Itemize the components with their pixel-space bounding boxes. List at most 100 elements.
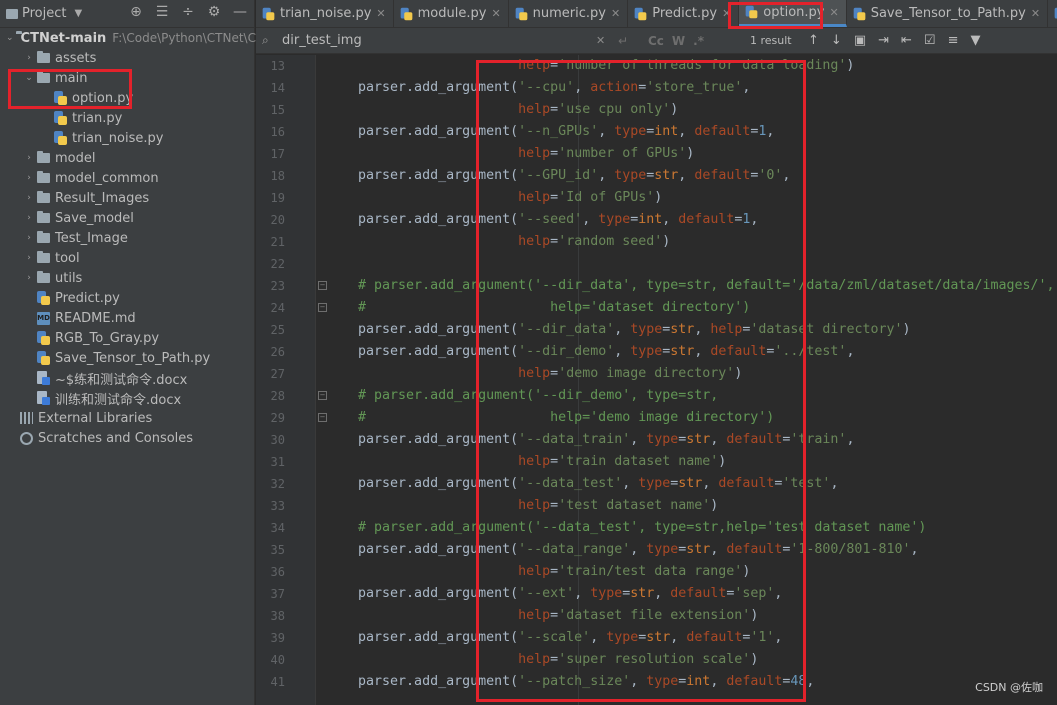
code-line[interactable]: # parser.add_argument('--dir_data', type… (326, 275, 1057, 297)
code-content[interactable]: help='number of threads for data loading… (326, 55, 1057, 693)
chevron-right-icon[interactable]: › (23, 213, 35, 223)
code-line[interactable]: help='number of GPUs') (326, 143, 1057, 165)
code-line[interactable]: help='random seed') (326, 231, 1057, 253)
code-line[interactable]: help='train dataset name') (326, 451, 1057, 473)
chevron-right-icon[interactable]: › (23, 173, 35, 183)
chevron-right-icon[interactable]: › (23, 153, 35, 163)
target-icon[interactable]: ⊕ (128, 4, 144, 20)
tree-item[interactable]: option.py (0, 88, 254, 108)
gear-icon[interactable]: ⚙ (206, 4, 222, 20)
search-icon[interactable]: ⌕ (262, 33, 276, 48)
close-icon[interactable]: ✕ (829, 6, 838, 19)
code-line[interactable]: # help='dataset directory') (326, 297, 1057, 319)
close-icon[interactable]: ✕ (611, 7, 620, 20)
fold-icon[interactable]: − (318, 281, 327, 290)
tree-item[interactable]: Save_Tensor_to_Path.py (0, 348, 254, 368)
code-line[interactable]: parser.add_argument('--n_GPUs', type=int… (326, 121, 1057, 143)
tree-item[interactable]: MD README.md (0, 308, 254, 328)
editor-tab[interactable]: numeric.py ✕ (509, 0, 629, 27)
code-line[interactable]: parser.add_argument('--seed', type=int, … (326, 209, 1057, 231)
chevron-right-icon[interactable]: › (23, 273, 35, 283)
code-line[interactable]: parser.add_argument('--dir_data', type=s… (326, 319, 1057, 341)
collapse-all-icon[interactable]: ☰ (154, 4, 170, 20)
match-case-toggle[interactable]: Cc (648, 34, 664, 48)
fold-icon[interactable]: − (318, 413, 327, 422)
tree-item[interactable]: ⌄ main (0, 68, 254, 88)
code-line[interactable]: # parser.add_argument('--dir_demo', type… (326, 385, 1057, 407)
code-line[interactable]: parser.add_argument('--data_range', type… (326, 539, 1057, 561)
code-line[interactable]: help='use cpu only') (326, 99, 1057, 121)
find-input[interactable] (282, 33, 592, 48)
tree-item[interactable]: Predict.py (0, 288, 254, 308)
chevron-right-icon[interactable]: › (23, 53, 35, 63)
project-title[interactable]: Project (22, 6, 66, 21)
code-line[interactable]: help='train/test data range') (326, 561, 1057, 583)
new-line-icon[interactable]: ↵ (618, 34, 628, 48)
code-line[interactable]: # parser.add_argument('--data_test', typ… (326, 517, 1057, 539)
add-occurrence-icon[interactable]: ⇥ (878, 33, 889, 48)
tree-item[interactable]: › Test_Image (0, 228, 254, 248)
regex-toggle[interactable]: .* (693, 34, 704, 48)
code-line[interactable]: parser.add_argument('--data_test', type=… (326, 473, 1057, 495)
code-line[interactable]: help='demo image directory') (326, 363, 1057, 385)
fold-icon[interactable]: − (318, 391, 327, 400)
code-line[interactable]: parser.add_argument('--patch_size', type… (326, 671, 1057, 693)
close-icon[interactable]: ✕ (722, 7, 731, 20)
close-icon[interactable]: ✕ (1031, 7, 1040, 20)
fold-icon[interactable]: − (318, 303, 327, 312)
code-line[interactable]: parser.add_argument('--cpu', action='sto… (326, 77, 1057, 99)
tree-item[interactable]: External Libraries (0, 408, 254, 428)
editor-tab[interactable]: trian_noise.py ✕ (256, 0, 394, 27)
code-line[interactable]: help='Id of GPUs') (326, 187, 1057, 209)
tree-item[interactable]: › utils (0, 268, 254, 288)
close-icon[interactable]: ✕ (376, 7, 385, 20)
editor-tab[interactable]: module.py ✕ (394, 0, 509, 27)
tree-item[interactable]: › model_common (0, 168, 254, 188)
tree-item[interactable]: 训练和测试命令.docx (0, 388, 254, 408)
code-line[interactable]: help='test dataset name') (326, 495, 1057, 517)
code-line[interactable] (326, 253, 1057, 275)
whole-words-toggle[interactable]: W (672, 34, 685, 48)
code-line[interactable]: help='number of threads for data loading… (326, 55, 1057, 77)
code-line[interactable]: parser.add_argument('--data_train', type… (326, 429, 1057, 451)
tree-item[interactable]: › assets (0, 48, 254, 68)
chevron-down-icon[interactable]: ⌄ (6, 33, 14, 43)
next-occurrence-icon[interactable]: ↓ (831, 33, 842, 48)
tree-item[interactable]: › model (0, 148, 254, 168)
code-line[interactable]: parser.add_argument('--dir_demo', type=s… (326, 341, 1057, 363)
code-line[interactable]: parser.add_argument('--GPU_id', type=str… (326, 165, 1057, 187)
chevron-down-icon[interactable]: ▼ (74, 8, 82, 19)
tree-item[interactable]: › Result_Images (0, 188, 254, 208)
chevron-right-icon[interactable]: › (23, 253, 35, 263)
editor-tab[interactable]: option.py ✕ (739, 0, 847, 27)
editor-tab[interactable]: __ini (1048, 0, 1057, 27)
code-view[interactable]: 13 14 15 16 17 18 19 20 21 22 23 24 25 26 27 28 29 30 31 32… (256, 55, 1057, 705)
chevron-down-icon[interactable]: ⌄ (23, 73, 35, 83)
multiline-icon[interactable]: ≡ (948, 33, 959, 48)
chevron-right-icon[interactable]: › (23, 233, 35, 243)
code-line[interactable]: parser.add_argument('--scale', type=str,… (326, 627, 1057, 649)
select-all-occurrences-icon[interactable]: ▣ (854, 33, 866, 48)
code-line[interactable]: help='super resolution scale') (326, 649, 1057, 671)
clear-search-icon[interactable]: ✕ (596, 34, 605, 47)
code-line[interactable]: help='dataset file extension') (326, 605, 1057, 627)
tree-item[interactable]: RGB_To_Gray.py (0, 328, 254, 348)
remove-occurrence-icon[interactable]: ⇤ (901, 33, 912, 48)
code-line[interactable]: parser.add_argument('--ext', type=str, d… (326, 583, 1057, 605)
filter-icon[interactable]: ▼ (970, 33, 980, 48)
tree-item[interactable]: › Save_model (0, 208, 254, 228)
minimize-icon[interactable]: — (232, 4, 248, 20)
chevron-right-icon[interactable]: › (23, 193, 35, 203)
code-line[interactable]: # help='demo image directory') (326, 407, 1057, 429)
close-icon[interactable]: ✕ (491, 7, 500, 20)
previous-occurrence-icon[interactable]: ↑ (808, 33, 819, 48)
editor-tab[interactable]: Save_Tensor_to_Path.py ✕ (847, 0, 1049, 27)
select-occurrences-icon[interactable]: ☑ (924, 33, 936, 48)
tree-item[interactable]: trian_noise.py (0, 128, 254, 148)
tree-item[interactable]: › tool (0, 248, 254, 268)
editor-tab[interactable]: Predict.py ✕ (628, 0, 740, 27)
tree-item[interactable]: ~$练和测试命令.docx (0, 368, 254, 388)
tree-item[interactable]: ⌄ CTNet-main F:\Code\Python\CTNet\C (0, 28, 256, 48)
tree-item[interactable]: trian.py (0, 108, 254, 128)
expand-all-icon[interactable]: ÷ (180, 4, 196, 20)
